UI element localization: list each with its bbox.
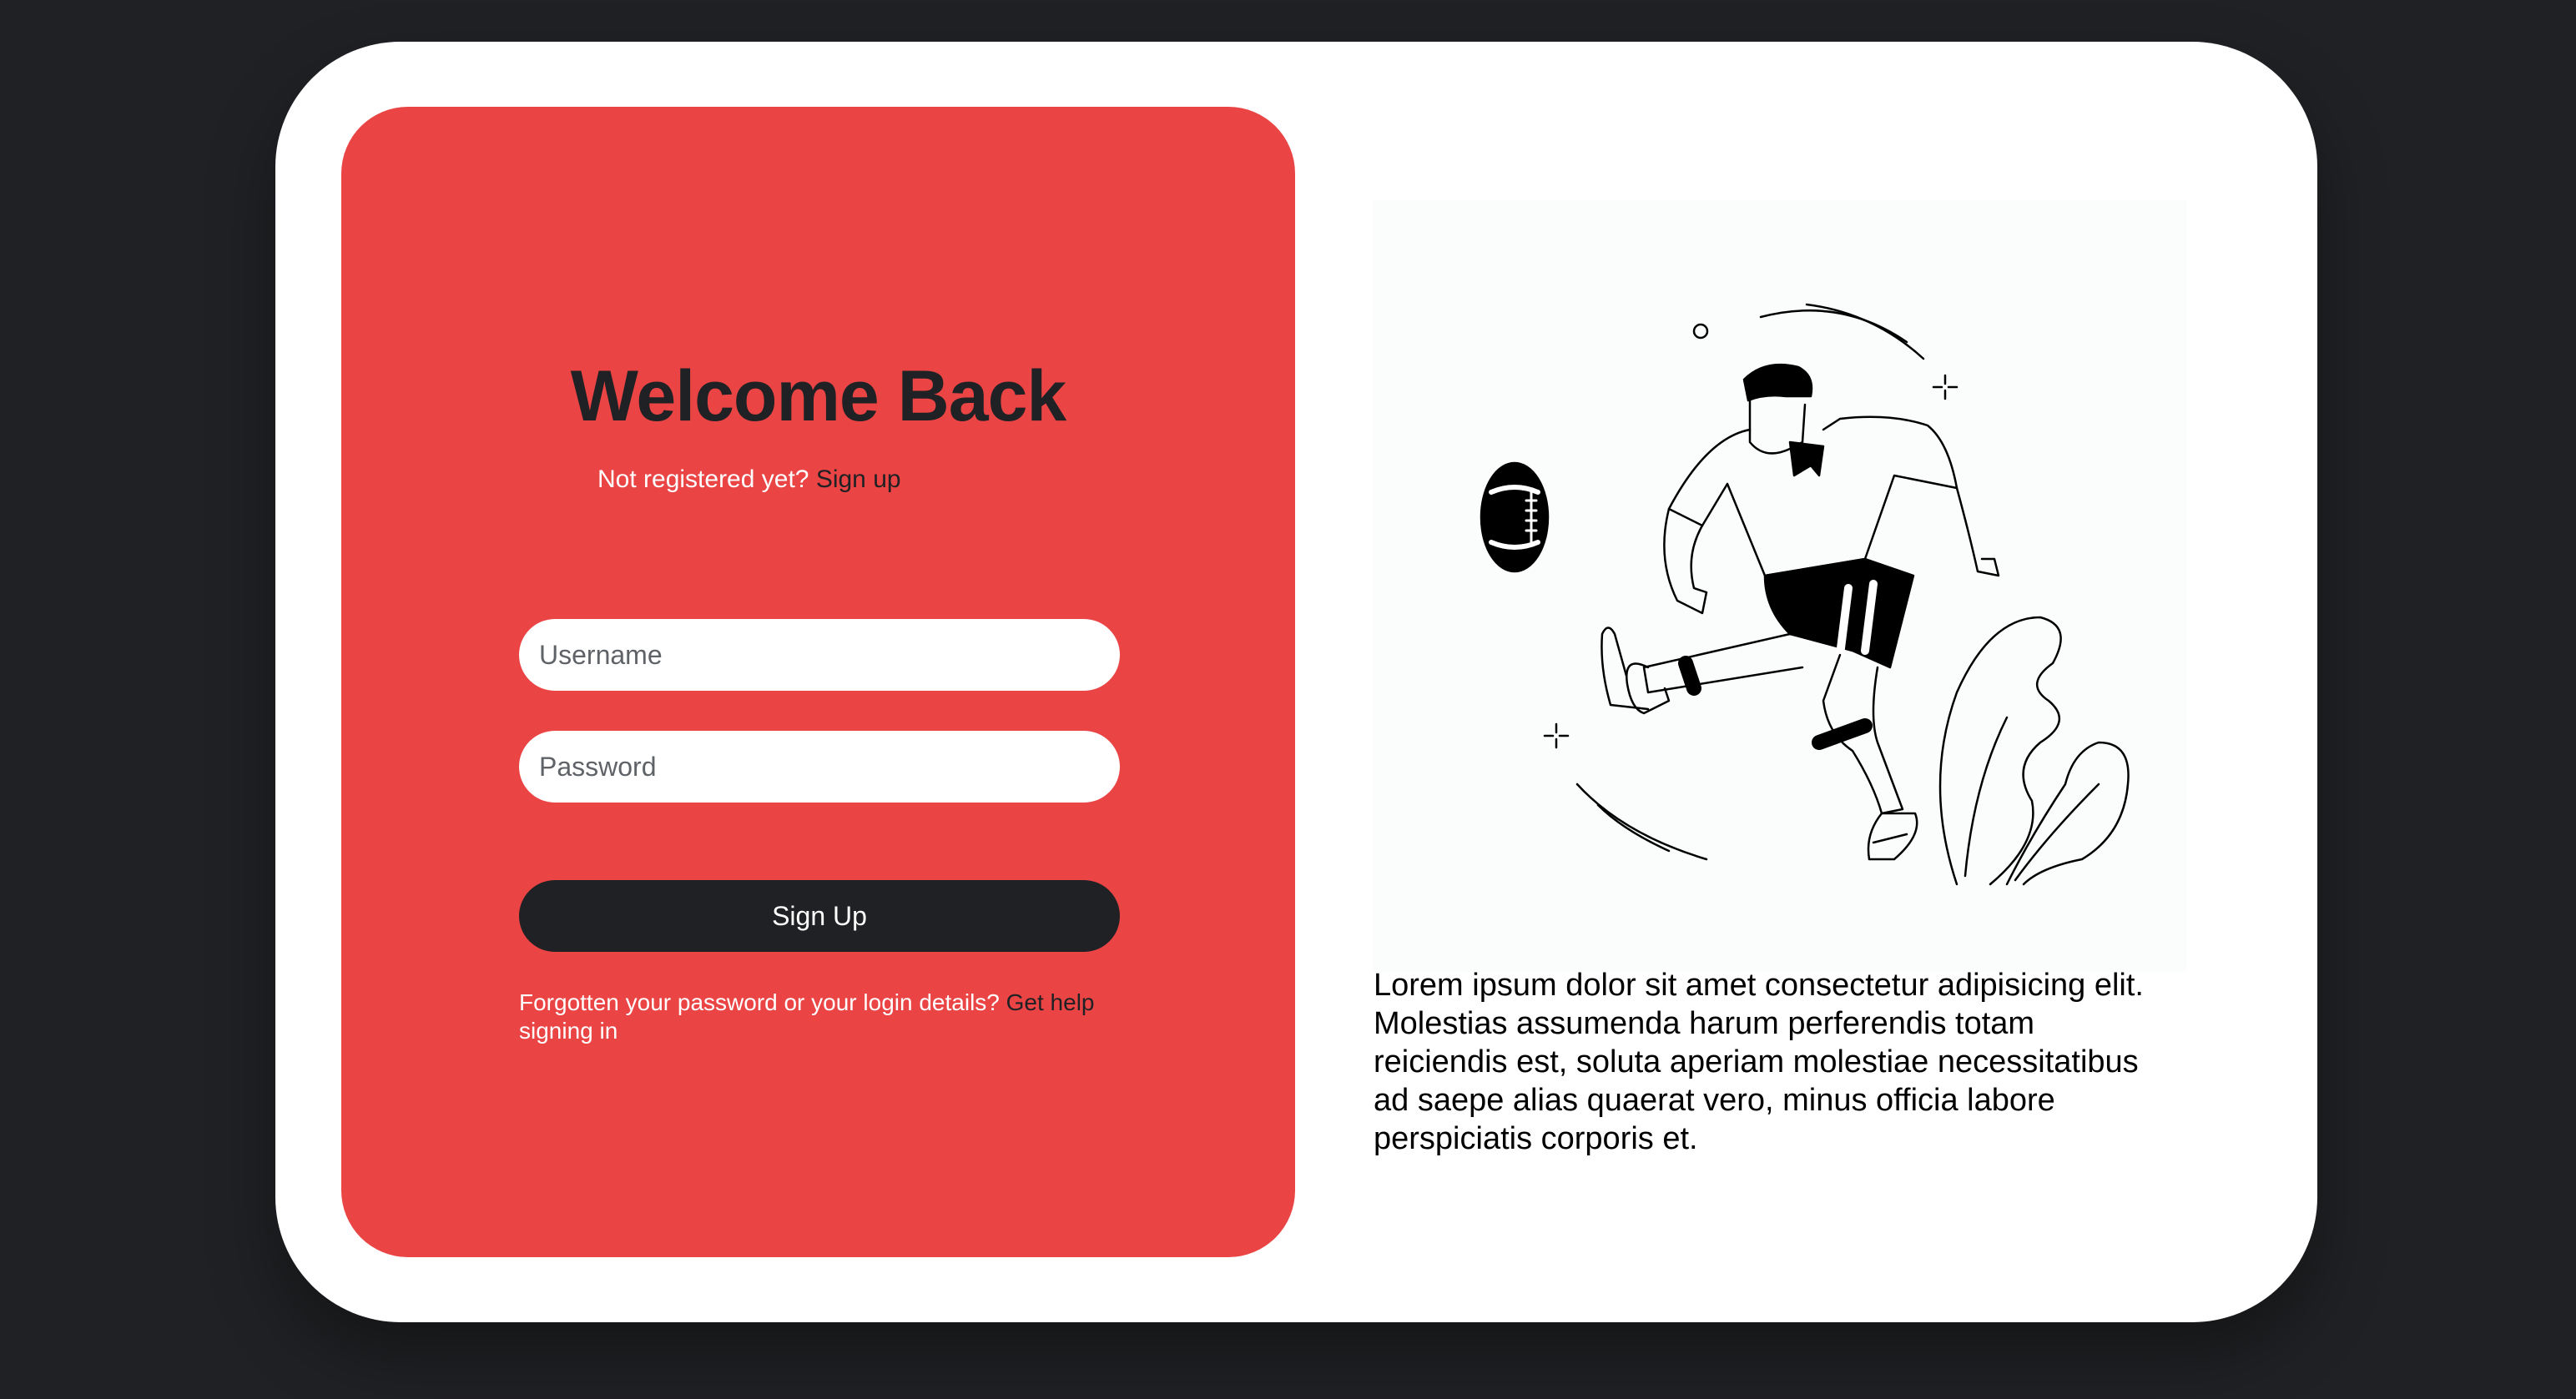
football-player-illustration: [1373, 200, 2186, 972]
not-registered-text: Not registered yet?: [597, 465, 809, 493]
page-title: Welcome Back: [570, 356, 1067, 436]
register-prompt: Not registered yet? Sign up: [597, 465, 901, 494]
sign-up-link[interactable]: Sign up: [816, 465, 901, 493]
signing-in-link[interactable]: signing in: [519, 1018, 618, 1044]
forgot-details-text: Forgotten your password or your login de…: [519, 989, 1000, 1015]
description-text: Lorem ipsum dolor sit amet consectetur a…: [1374, 968, 2144, 1156]
help-text: Forgotten your password or your login de…: [519, 989, 1137, 1045]
username-input[interactable]: [519, 619, 1120, 691]
password-input[interactable]: [519, 731, 1120, 803]
login-panel: Welcome Back Not registered yet? Sign up…: [341, 107, 1295, 1257]
sign-up-button[interactable]: Sign Up: [519, 880, 1120, 952]
login-card: Welcome Back Not registered yet? Sign up…: [275, 42, 2317, 1322]
get-help-link[interactable]: Get help: [1006, 989, 1095, 1015]
